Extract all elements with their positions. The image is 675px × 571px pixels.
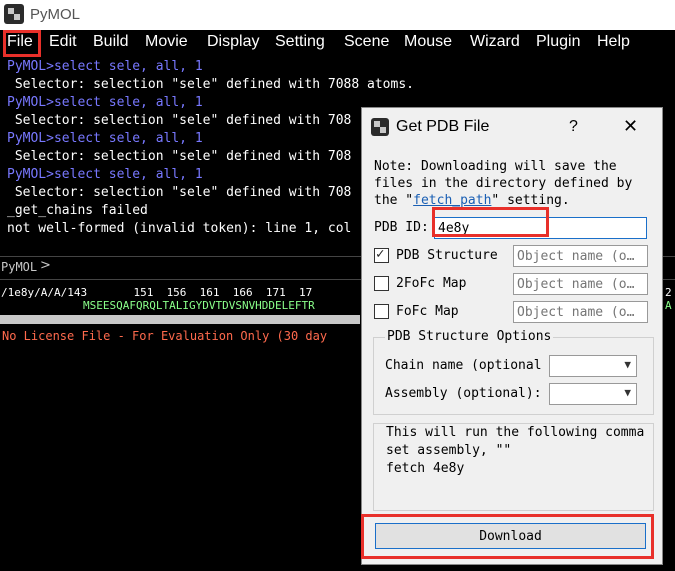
- menu-movie[interactable]: Movie: [145, 33, 188, 51]
- console-line: PyMOL>select sele, all, 1: [7, 95, 203, 110]
- menu-build[interactable]: Build: [93, 33, 129, 51]
- download-note: Note: Downloading will save the files in…: [374, 158, 662, 209]
- menu-edit[interactable]: Edit: [49, 33, 77, 51]
- pdb-structure-checkbox[interactable]: ✓: [374, 246, 389, 263]
- note-line: Note: Downloading will save the: [374, 159, 617, 174]
- dialog-title: Get PDB File: [396, 118, 490, 135]
- chevron-down-icon: ▼: [624, 358, 631, 371]
- chain-name-combo[interactable]: ▼: [549, 355, 637, 377]
- chevron-right-icon: >: [40, 258, 51, 273]
- fofc-checkbox[interactable]: [374, 304, 389, 319]
- sequence-right-edge: 2 A: [661, 286, 675, 314]
- assembly-combo[interactable]: ▼: [549, 383, 637, 405]
- twofofc-label: 2FoFc Map: [396, 276, 467, 291]
- sequence-number-edge: 2: [665, 286, 672, 299]
- sequence-numbers: /1e8y/A/A/143 151 156 161 166 171 17: [1, 286, 313, 299]
- sequence-scrollbar[interactable]: [0, 315, 360, 324]
- console-line: PyMOL>select sele, all, 1: [7, 59, 203, 74]
- fetch-path-link[interactable]: fetch_path: [413, 193, 491, 208]
- dialog-titlebar[interactable]: Get PDB File ? ✕: [362, 108, 662, 146]
- note-line: files in the directory defined by: [374, 176, 633, 191]
- get-pdb-file-dialog: Get PDB File ? ✕ Note: Downloading will …: [361, 107, 663, 565]
- fofc-label: FoFc Map: [396, 304, 459, 319]
- license-warning: No License File - For Evaluation Only (3…: [2, 329, 328, 343]
- console-line: PyMOL>select sele, all, 1: [7, 167, 203, 182]
- twofofc-checkbox[interactable]: [374, 276, 389, 291]
- menu-file[interactable]: File: [7, 33, 33, 51]
- console-line: Selector: selection "sele" defined with …: [7, 113, 352, 128]
- note-text: " setting.: [491, 193, 570, 208]
- help-icon[interactable]: ?: [569, 118, 578, 136]
- sequence-residues[interactable]: MSEESQAFQRQLTALIGYDVTDVSNVHDDELEFTR: [83, 299, 315, 312]
- structure-options-title: PDB Structure Options: [385, 329, 554, 344]
- chevron-down-icon: ▼: [624, 386, 631, 399]
- menu-setting[interactable]: Setting: [275, 33, 325, 51]
- menu-wizard[interactable]: Wizard: [470, 33, 520, 51]
- window-title: PyMOL: [30, 6, 81, 23]
- pdb-structure-label: PDB Structure: [396, 248, 498, 263]
- checkmark-icon: ✓: [376, 246, 385, 262]
- pdb-id-input[interactable]: [434, 217, 647, 239]
- pdb-id-label: PDB ID:: [374, 220, 429, 235]
- pymol-logo-icon: [4, 4, 24, 24]
- pymol-logo-icon: [371, 118, 389, 136]
- console-line: PyMOL>select sele, all, 1: [7, 131, 203, 146]
- console-line: _get_chains failed: [7, 203, 148, 218]
- command-preview-text: This will run the following comma set as…: [386, 425, 645, 476]
- chain-name-label: Chain name (optional: [385, 358, 542, 373]
- menu-scene[interactable]: Scene: [344, 33, 389, 51]
- close-icon[interactable]: ✕: [623, 116, 638, 137]
- assembly-label: Assembly (optional):: [385, 386, 542, 401]
- menu-help[interactable]: Help: [597, 33, 630, 51]
- note-text: the ": [374, 193, 414, 208]
- console-line: Selector: selection "sele" defined with …: [7, 77, 414, 92]
- sequence-residue-edge: A: [665, 299, 672, 312]
- menu-plugin[interactable]: Plugin: [536, 33, 580, 51]
- menu-bar: File Edit Build Movie Display Setting Sc…: [0, 30, 675, 57]
- menu-display[interactable]: Display: [207, 33, 259, 51]
- note-line: the "fetch_path" setting.: [374, 192, 662, 209]
- fofc-object-name[interactable]: [513, 301, 648, 323]
- menu-mouse[interactable]: Mouse: [404, 33, 452, 51]
- command-prompt-label: PyMOL: [1, 260, 38, 274]
- console-line: Selector: selection "sele" defined with …: [7, 149, 352, 164]
- pdb-structure-object-name[interactable]: [513, 245, 648, 267]
- twofofc-object-name[interactable]: [513, 273, 648, 295]
- window-titlebar: PyMOL: [0, 0, 675, 30]
- console-line: not well-formed (invalid token): line 1,…: [7, 221, 352, 236]
- console-line: Selector: selection "sele" defined with …: [7, 185, 352, 200]
- download-button[interactable]: Download: [375, 523, 646, 549]
